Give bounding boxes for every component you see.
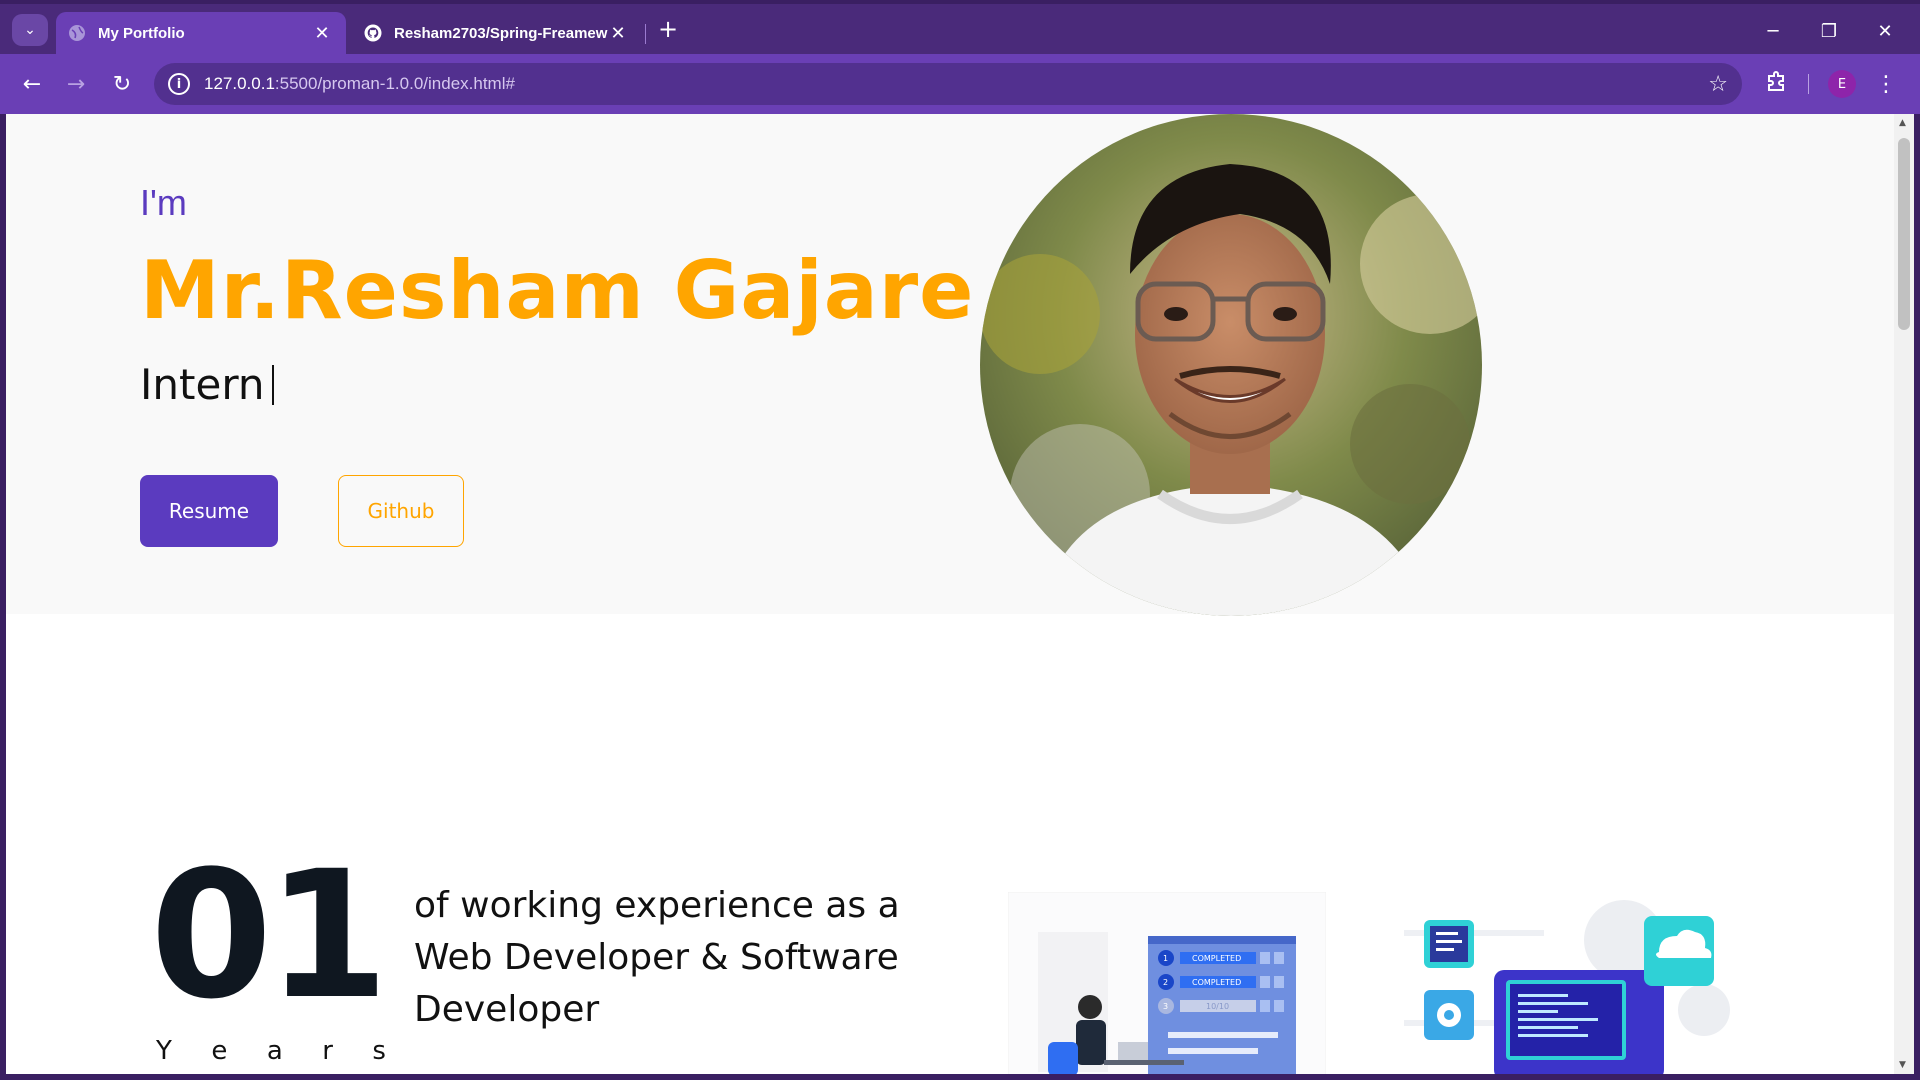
url-host: 127.0.0.1 [204,74,275,93]
years-label: Y e a r s [156,1036,386,1066]
kebab-menu-icon: ⋮ [1875,71,1897,97]
restore-button[interactable]: ❐ [1801,14,1857,48]
address-bar[interactable]: i 127.0.0.1 :5500/proman-1.0.0/index.htm… [154,63,1742,105]
years-letter: a [266,1036,283,1066]
tab-my-portfolio[interactable]: My Portfolio ✕ [56,12,346,54]
tab-github-repo[interactable]: Resham2703/Spring-Freamew ✕ [352,12,642,54]
reload-icon: ↻ [112,71,132,97]
role-text: Intern [140,360,265,409]
close-icon[interactable]: ✕ [608,23,628,44]
resume-button[interactable]: Resume [140,475,278,547]
toolbar-divider [1808,74,1809,94]
new-tab-button[interactable]: + [656,15,680,43]
status-label: COMPLETED [1192,954,1241,963]
scrollbar-thumb[interactable] [1898,138,1910,330]
development-illustration [1404,900,1740,1074]
tab-title: My Portfolio [98,24,185,42]
page-scrollbar[interactable]: ▲ ▼ [1894,114,1914,1074]
svg-text:1: 1 [1163,954,1168,963]
menu-button[interactable]: ⋮ [1868,66,1904,102]
status-label: 10/10 [1206,1002,1229,1011]
browser-toolbar: ← → ↻ i 127.0.0.1 :5500/proman-1.0.0/ind… [0,54,1920,114]
status-label: COMPLETED [1192,978,1241,987]
close-icon[interactable]: ✕ [312,23,332,44]
profile-avatar[interactable]: E [1828,70,1856,98]
tab-search-button[interactable]: ⌄ [12,14,48,46]
extensions-button[interactable] [1758,66,1794,102]
bookmark-star-icon[interactable]: ☆ [1708,72,1728,97]
github-icon [364,24,382,42]
typed-role: Intern [140,360,275,409]
forward-button[interactable]: → [58,66,94,102]
tab-strip: ⌄ My Portfolio ✕ Resham2703/Spring-Fream… [0,4,1920,54]
profile-photo [980,114,1482,616]
tab-divider [645,24,646,44]
task-progress-illustration: 1 COMPLETED 2 COMPLETED 3 10/10 [1007,891,1327,1074]
scroll-down-arrow-icon[interactable]: ▼ [1899,1060,1906,1070]
globe-icon [68,24,86,42]
svg-text:3: 3 [1163,1002,1168,1011]
reload-button[interactable]: ↻ [104,66,140,102]
typing-cursor [272,365,275,405]
page-content: I'm Mr.Resham Gajare Intern Resume Githu… [6,114,1894,1074]
github-button[interactable]: Github [338,475,464,547]
greeting: I'm [140,182,187,223]
close-window-button[interactable]: ✕ [1857,14,1913,48]
years-letter: Y [156,1036,172,1066]
close-icon: ✕ [1877,20,1893,42]
site-info-icon[interactable]: i [168,73,190,95]
arrow-left-icon: ← [22,71,42,97]
chevron-down-icon: ⌄ [24,22,36,38]
puzzle-icon [1765,70,1787,98]
back-button[interactable]: ← [14,66,50,102]
hero-section: I'm Mr.Resham Gajare Intern Resume Githu… [6,114,1894,616]
tab-title: Resham2703/Spring-Freamew [394,24,608,42]
arrow-right-icon: → [66,71,86,97]
plus-icon: + [657,15,679,43]
years-count: 01 [150,833,389,1038]
browser-window: ⌄ My Portfolio ✕ Resham2703/Spring-Fream… [0,0,1920,1080]
years-letter: r [322,1036,333,1066]
minimize-icon: ─ [1767,20,1779,42]
svg-text:2: 2 [1163,978,1168,987]
years-letter: s [372,1036,386,1066]
restore-icon: ❐ [1820,20,1838,42]
experience-description: of working experience as a Web Developer… [414,885,900,1030]
minimize-button[interactable]: ─ [1745,14,1801,48]
scroll-up-arrow-icon[interactable]: ▲ [1899,118,1906,128]
years-letter: e [211,1036,228,1066]
url-path: :5500/proman-1.0.0/index.html# [274,74,515,93]
hero-name: Mr.Resham Gajare [140,244,975,337]
